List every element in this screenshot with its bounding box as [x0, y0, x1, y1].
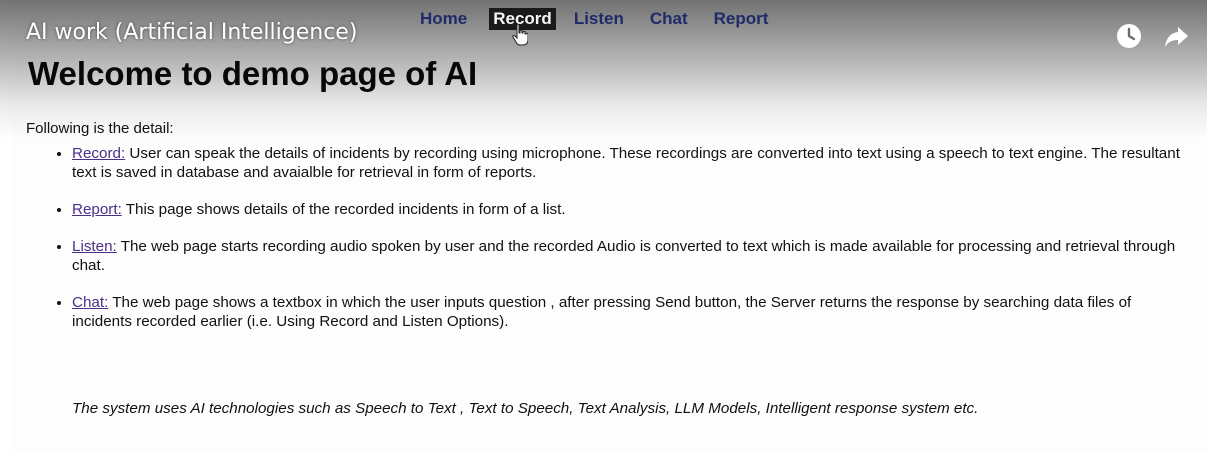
share-arrow-icon[interactable] [1162, 22, 1190, 50]
report-link[interactable]: Report: [72, 201, 122, 218]
summary-text: The system uses AI technologies such as … [72, 400, 979, 417]
web-page: Welcome to demo page of AI Following is … [10, 0, 1207, 453]
page-title: Welcome to demo page of AI [28, 55, 478, 92]
video-frame: Welcome to demo page of AI Following is … [0, 0, 1207, 453]
listen-description: The web page starts recording audio spok… [72, 238, 1176, 274]
record-link[interactable]: Record: [72, 145, 125, 162]
list-item-listen: Listen: The web page starts recording au… [72, 237, 1194, 275]
intro-text: Following is the detail: [26, 120, 174, 137]
chat-link[interactable]: Chat: [72, 294, 108, 311]
feature-list: Record: User can speak the details of in… [34, 144, 1194, 349]
report-description: This page shows details of the recorded … [121, 201, 566, 218]
clock-icon[interactable] [1115, 22, 1143, 50]
hand-cursor-icon [512, 24, 528, 46]
nav-home[interactable]: Home [416, 8, 471, 30]
list-item-record: Record: User can speak the details of in… [72, 144, 1194, 182]
nav-listen[interactable]: Listen [570, 8, 628, 30]
nav-report[interactable]: Report [710, 8, 773, 30]
video-title[interactable]: AI work (Artificial Intelligence) [26, 20, 357, 45]
record-description: User can speak the details of incidents … [72, 145, 1180, 181]
nav-chat[interactable]: Chat [646, 8, 692, 30]
top-nav: Home Record Listen Chat Report [416, 8, 790, 30]
listen-link[interactable]: Listen: [72, 238, 117, 255]
list-item-report: Report: This page shows details of the r… [72, 200, 1194, 219]
list-item-chat: Chat: The web page shows a textbox in wh… [72, 293, 1194, 331]
chat-description: The web page shows a textbox in which th… [72, 294, 1132, 330]
